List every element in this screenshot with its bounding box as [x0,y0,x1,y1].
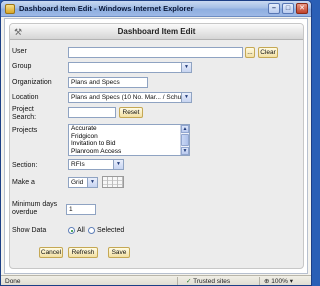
location-select[interactable]: Plans and Specs (10 No. Mar... / Schu ▼ [68,92,192,103]
user-clear-button[interactable]: Clear [258,47,278,58]
min-days-input[interactable]: 1 [66,204,96,215]
window-title: Dashboard Item Edit - Windows Internet E… [19,4,194,13]
chevron-down-icon[interactable]: ▼ [87,178,97,187]
location-select-value: Plans and Specs (10 No. Mar... / Schu [71,94,182,101]
chevron-down-icon[interactable]: ▼ [181,63,191,72]
refresh-button[interactable]: Refresh [68,247,98,258]
status-text: Done [5,278,21,285]
browser-window: Dashboard Item Edit - Windows Internet E… [0,0,312,286]
section-select[interactable]: RFIs ▼ [68,159,124,170]
group-label: Group [12,63,32,70]
grid-preview-icon [102,176,124,188]
section-label: Section: [12,162,38,169]
show-data-selected-radio[interactable] [88,227,95,234]
list-item[interactable]: Planroom Access [69,148,189,156]
make-a-select-value: Grid [71,179,84,186]
location-label: Location [12,94,39,101]
zoom-level: 100% [271,278,288,285]
project-search-label-line2: Search: [12,114,37,121]
user-label: User [12,48,27,55]
chevron-down-icon[interactable]: ▼ [181,93,191,102]
scroll-down-icon[interactable]: ▼ [181,147,189,155]
min-days-label-line2: overdue [12,209,38,216]
section-select-value: RFIs [71,161,85,168]
panel-header: ⚒ Dashboard Item Edit [10,24,303,40]
show-data-all-label: All [77,227,85,234]
show-data-label: Show Data [12,227,47,234]
status-divider [177,277,178,285]
security-zone-label: Trusted sites [193,278,231,285]
organization-input[interactable]: Plans and Specs [68,77,148,88]
min-days-label-line1: Minimum days [12,201,58,208]
show-data-all-radio[interactable] [68,227,75,234]
window-titlebar[interactable]: Dashboard Item Edit - Windows Internet E… [1,1,311,17]
chevron-down-icon: ▾ [289,278,293,285]
list-item[interactable]: Invitation to Bid [69,140,189,148]
list-item[interactable]: Fridgicon [69,133,189,141]
scroll-up-icon[interactable]: ▲ [181,125,189,133]
project-search-input[interactable] [68,107,116,118]
dashboard-item-edit-panel: ⚒ Dashboard Item Edit User ... Clear Gro… [9,23,304,269]
status-divider [259,277,260,285]
dashboard-app-icon [5,4,15,14]
project-search-reset-button[interactable]: Reset [119,107,143,118]
save-button[interactable]: Save [108,247,130,258]
project-search-label-line1: Project [12,106,34,113]
security-zone[interactable]: ✓ Trusted sites [186,277,231,285]
scroll-thumb[interactable] [181,134,189,146]
page-content: ⚒ Dashboard Item Edit User ... Clear Gro… [4,18,308,274]
projects-scrollbar[interactable]: ▲ ▼ [180,125,189,155]
projects-label: Projects [12,127,38,134]
zoom-icon: ⊕ [264,278,270,285]
make-a-label: Make a [12,179,35,186]
cancel-button[interactable]: Cancel [39,247,63,258]
organization-label: Organization [12,79,52,86]
make-a-select[interactable]: Grid ▼ [68,177,98,188]
minimize-button[interactable]: – [268,3,280,14]
group-select[interactable]: ▼ [68,62,192,73]
close-button[interactable]: ✕ [296,3,308,14]
maximize-button[interactable]: □ [282,3,294,14]
user-input[interactable] [68,47,243,58]
panel-title: Dashboard Item Edit [117,27,196,36]
status-bar: Done ✓ Trusted sites ⊕ 100% ▾ [1,275,311,285]
show-data-selected-label: Selected [97,227,125,234]
zoom-control[interactable]: ⊕ 100% ▾ [264,277,293,285]
user-browse-button[interactable]: ... [245,47,255,58]
chevron-down-icon[interactable]: ▼ [113,160,123,169]
checkmark-icon: ✓ [186,278,192,285]
projects-listbox[interactable]: Accurate Fridgicon Invitation to Bid Pla… [68,124,190,156]
list-item[interactable]: Accurate [69,125,189,133]
